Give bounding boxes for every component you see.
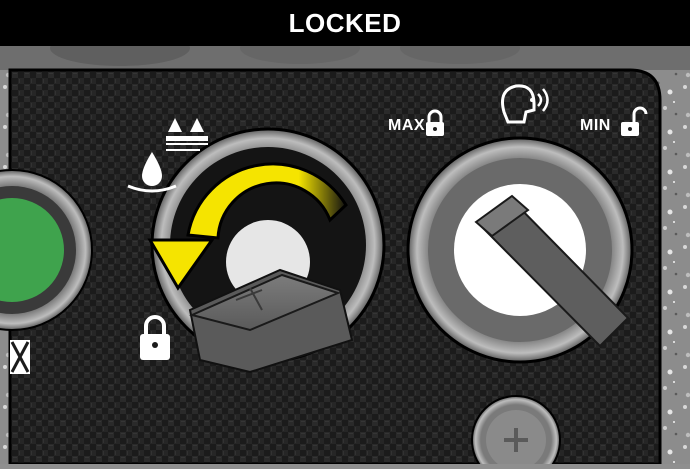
max-label: MAX — [388, 117, 426, 134]
hourglass-icon — [10, 340, 30, 374]
min-label: MIN — [580, 117, 611, 134]
control-panel-scene — [0, 0, 690, 469]
locked-banner: LOCKED — [0, 0, 690, 46]
